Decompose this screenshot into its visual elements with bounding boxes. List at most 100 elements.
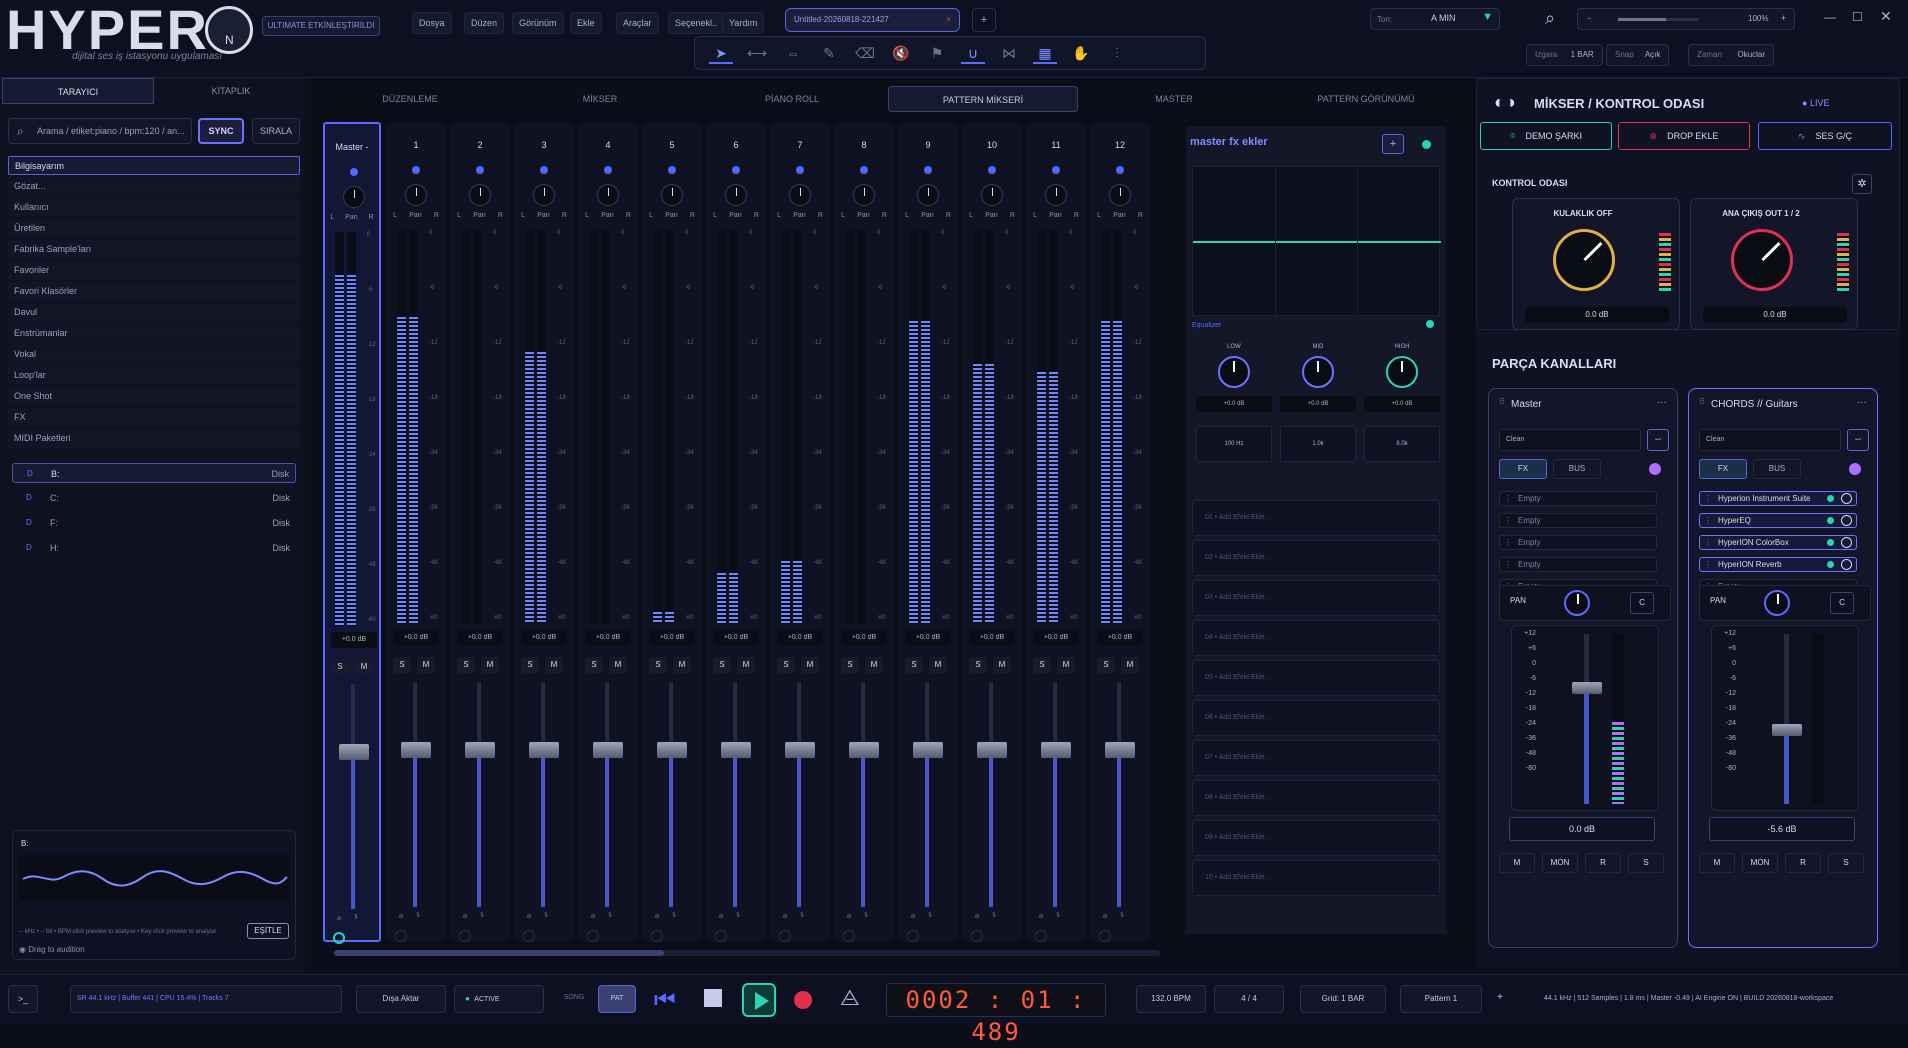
rewind-icon[interactable]: ⏮	[654, 987, 676, 1015]
record-arm[interactable]	[907, 930, 919, 942]
active-toggle[interactable]: ● ACTIVE	[454, 985, 544, 1013]
volume-fader[interactable]	[401, 742, 431, 758]
menu-duzen[interactable]: Düzen	[464, 12, 505, 34]
time-format-selector[interactable]: Zaman Okuclar	[1688, 44, 1775, 66]
volume-fader[interactable]	[339, 744, 369, 760]
pan-knob[interactable]	[533, 184, 555, 206]
fx-slot[interactable]: 03 • Add Efekt Ekle...	[1192, 580, 1440, 616]
maximize-icon[interactable]: ☐	[1852, 10, 1863, 24]
volume-fader[interactable]	[465, 742, 495, 758]
browser-item[interactable]: FX	[8, 408, 300, 427]
fx-slot[interactable]: 10 • Add Efekt Ekle...	[1192, 860, 1440, 896]
browser-item[interactable]: Vokal	[8, 345, 300, 364]
pan-knob[interactable]	[917, 184, 939, 206]
record-arm[interactable]	[1035, 930, 1047, 942]
menu-ekle[interactable]: Ekle	[570, 12, 602, 34]
phase-icon[interactable]: ⌀	[975, 912, 979, 920]
record-arm[interactable]	[1099, 930, 1111, 942]
tab-pattern-mikseri[interactable]: PATTERN MİKSERİ	[888, 86, 1078, 112]
browser-item[interactable]: Favori Klasörler	[8, 282, 300, 301]
pan-knob[interactable]	[853, 184, 875, 206]
tab-pattern-gorunumu[interactable]: PATTERN GÖRÜNÜMÜ	[1286, 86, 1446, 112]
eq-band-knob[interactable]	[1386, 356, 1418, 388]
snap-toggle[interactable]: Snap Açık	[1606, 44, 1670, 66]
pan-center-button[interactable]: C	[1830, 592, 1854, 614]
audio-io-button[interactable]: ∿ SES G/Ç	[1758, 122, 1892, 150]
eq-button[interactable]: EŞİTLE	[247, 923, 289, 939]
solo-button[interactable]: S	[521, 657, 539, 673]
grid-selector[interactable]: Grid: 1 BAR	[1300, 985, 1386, 1013]
mute-button[interactable]: M	[417, 657, 435, 673]
channel-button-s[interactable]: S	[1828, 853, 1864, 873]
new-tab-button[interactable]: +	[972, 8, 996, 32]
browser-item[interactable]: Davul	[8, 303, 300, 322]
phase-icon[interactable]: ⌀	[911, 912, 915, 920]
menu-araclar[interactable]: Araçlar	[616, 12, 659, 34]
phase-icon[interactable]: ⌀	[337, 914, 341, 922]
file-tab[interactable]: Untitled-20260818-221427 ×	[785, 8, 960, 32]
strip-active-indicator[interactable]	[540, 166, 548, 174]
phase-icon[interactable]: ⌀	[1039, 912, 1043, 920]
preview-waveform[interactable]	[19, 855, 289, 901]
browser-item[interactable]: Enstrümanlar	[8, 324, 300, 343]
split-tool-icon[interactable]: ⋈	[997, 42, 1021, 64]
plugin-slot[interactable]: ⋮ HyperION Reverb	[1699, 557, 1857, 572]
solo-button[interactable]: S	[969, 657, 987, 673]
mute-tool-icon[interactable]: 🔇	[889, 42, 913, 64]
tab-duzenleme[interactable]: DÜZENLEME	[330, 86, 490, 112]
volume-fader[interactable]	[849, 742, 879, 758]
phase-icon[interactable]: ⌀	[719, 912, 723, 920]
link-icon[interactable]: ⥮	[415, 912, 420, 920]
browser-item[interactable]: Bilgisayarım	[8, 156, 300, 175]
mute-button[interactable]: M	[865, 657, 883, 673]
browser-item[interactable]: Gözat...	[8, 177, 300, 196]
record-arm[interactable]	[651, 930, 663, 942]
preset-menu-button[interactable]: –	[1847, 429, 1869, 451]
eq-band-knob[interactable]	[1218, 356, 1250, 388]
volume-fader[interactable]	[977, 742, 1007, 758]
plugin-slot[interactable]: ⋮ HyperEQ	[1699, 513, 1857, 528]
mute-button[interactable]: M	[801, 657, 819, 673]
eq-band-freq[interactable]: 1.0k	[1280, 426, 1356, 462]
channel-button-r[interactable]: R	[1785, 853, 1821, 873]
strip-active-indicator[interactable]	[1052, 166, 1060, 174]
flag-tool-icon[interactable]: ⚑	[925, 42, 949, 64]
solo-button[interactable]: S	[585, 657, 603, 673]
strip-active-indicator[interactable]	[732, 166, 740, 174]
bpm-field[interactable]: 132.0 BPM	[1136, 985, 1206, 1013]
console-icon[interactable]: >_	[8, 985, 38, 1013]
phase-icon[interactable]: ⌀	[847, 912, 851, 920]
record-arm[interactable]	[587, 930, 599, 942]
volume-fader[interactable]	[721, 742, 751, 758]
plugin-slot[interactable]: ⋮Empty	[1499, 535, 1657, 550]
bus-toggle[interactable]: BUS	[1753, 459, 1801, 479]
strip-active-indicator[interactable]	[412, 166, 420, 174]
play-button[interactable]	[742, 983, 776, 1017]
search-icon[interactable]: ⌕	[1545, 8, 1555, 29]
pan-knob[interactable]	[661, 184, 683, 206]
channel-volume-fader[interactable]	[1772, 724, 1802, 736]
preset-selector[interactable]: Clean	[1699, 429, 1841, 451]
mute-button[interactable]: M	[993, 657, 1011, 673]
mute-button[interactable]: M	[1057, 657, 1075, 673]
link-icon[interactable]: ⥮	[927, 912, 932, 920]
volume-fader[interactable]	[593, 742, 623, 758]
solo-button[interactable]: S	[1033, 657, 1051, 673]
strip-active-indicator[interactable]	[476, 166, 484, 174]
link-icon[interactable]: ⥮	[991, 912, 996, 920]
channel-button-mon[interactable]: MON	[1542, 853, 1578, 873]
fx-slot[interactable]: 07 • Add Efekt Ekle...	[1192, 740, 1440, 776]
more-icon[interactable]: …	[1657, 395, 1667, 406]
tab-piano-roll[interactable]: PİANO ROLL	[712, 86, 872, 112]
metronome-icon[interactable]: ⨺	[840, 985, 860, 1011]
mute-button[interactable]: M	[609, 657, 627, 673]
drag-handle-icon[interactable]: ⠿	[1499, 397, 1505, 406]
tab-tarayici[interactable]: TARAYICI	[2, 78, 154, 104]
pencil-tool-icon[interactable]: ✎	[817, 42, 841, 64]
pan-knob[interactable]	[981, 184, 1003, 206]
solo-button[interactable]: S	[649, 657, 667, 673]
record-arm[interactable]	[715, 930, 727, 942]
channel-volume-fader[interactable]	[1572, 682, 1602, 694]
eraser-tool-icon[interactable]: ⌫	[853, 42, 877, 64]
drive-item[interactable]: D B: Disk	[12, 463, 296, 483]
